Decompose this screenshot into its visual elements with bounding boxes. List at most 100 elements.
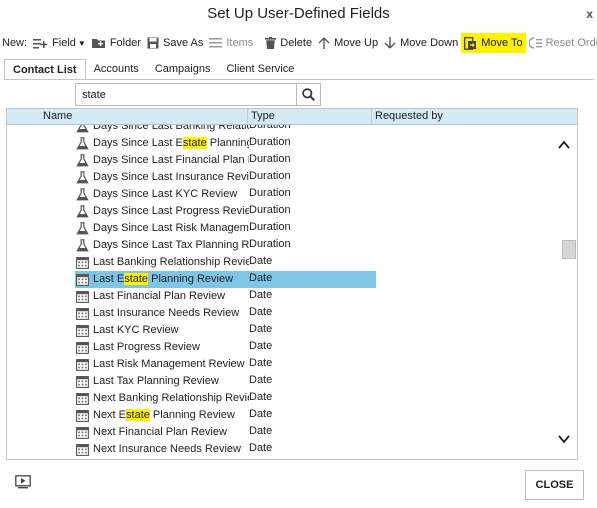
calendar-icon <box>76 409 89 422</box>
flask-icon <box>76 222 89 235</box>
table-row[interactable]: Days Since Last Progress Review Duration <box>75 203 376 220</box>
row-type: Date <box>249 442 273 454</box>
table-row[interactable]: Last Progress Review Date <box>75 339 376 356</box>
search-match-highlight: state <box>124 273 149 285</box>
search-icon <box>302 88 315 101</box>
row-name: Next Insurance Needs Review <box>93 443 241 455</box>
row-name: Last Insurance Needs Review <box>93 307 240 319</box>
table-row[interactable]: Days Since Last Insurance Review Duration <box>75 169 376 186</box>
chevron-down-icon: ▼ <box>77 38 86 48</box>
row-type: Duration <box>249 125 291 131</box>
table-row[interactable]: Days Since Last Financial Plan RevDurati… <box>75 152 376 169</box>
table-row[interactable]: Next Estate Planning Review Date <box>75 407 376 424</box>
tab-contact-list[interactable]: Contact List <box>4 59 86 80</box>
calendar-icon <box>76 273 89 286</box>
table-row[interactable]: Days Since Last Tax Planning RevieDurati… <box>75 237 376 254</box>
row-name: Last Risk Management Review <box>93 358 245 370</box>
search-button[interactable] <box>296 84 320 105</box>
table-row[interactable]: Last Estate Planning Review Date <box>75 271 376 288</box>
tab-accounts[interactable]: Accounts <box>86 59 147 80</box>
table-row[interactable]: Days Since Last KYC Review Duration <box>75 186 376 203</box>
tab-campaigns[interactable]: Campaigns <box>147 59 219 80</box>
row-type: Date <box>249 255 273 267</box>
row-type: Duration <box>249 136 291 148</box>
row-name: Next Estate Planning Review <box>93 409 235 421</box>
title-bar: Set Up User-Defined Fields x <box>0 0 597 30</box>
flask-icon <box>76 154 89 167</box>
preview-icon[interactable] <box>15 475 31 489</box>
column-name[interactable]: Name <box>43 110 72 122</box>
delete-button[interactable]: Delete <box>262 33 315 53</box>
calendar-icon <box>76 358 89 371</box>
new-folder-button[interactable]: Folder <box>89 33 144 53</box>
close-icon[interactable]: x <box>586 7 593 21</box>
table-row[interactable]: Last Tax Planning Review Date <box>75 373 376 390</box>
move-to-button[interactable]: Move To <box>461 33 526 53</box>
column-divider <box>247 109 248 125</box>
chevron-down-icon[interactable] <box>557 432 571 446</box>
move-to-label: Move To <box>481 37 523 49</box>
row-name: Last Tax Planning Review <box>93 375 219 387</box>
folder-label: Folder <box>109 37 142 49</box>
row-name: Days Since Last Estate Planning Re <box>93 137 249 149</box>
window-title: Set Up User-Defined Fields <box>207 5 390 22</box>
chevron-up-icon[interactable] <box>557 138 571 152</box>
arrow-up-icon <box>318 37 330 49</box>
row-type: Date <box>249 374 273 386</box>
column-requested-by[interactable]: Requested by <box>375 110 443 122</box>
column-divider <box>371 109 372 125</box>
row-name: Last KYC Review <box>93 324 179 336</box>
flask-icon <box>76 137 89 150</box>
row-name: Next Banking Relationship Review <box>93 392 249 404</box>
row-name: Days Since Last KYC Review <box>93 188 238 200</box>
items-button[interactable]: Items <box>206 33 256 53</box>
list-icon <box>209 38 223 48</box>
table-row[interactable]: Days Since Last Banking Relations Duratio… <box>75 125 376 135</box>
table-row[interactable]: Next Insurance Needs Review Date <box>75 441 376 458</box>
flask-icon <box>76 171 89 184</box>
row-type: Date <box>249 289 273 301</box>
tab-client-service[interactable]: Client Service <box>218 59 302 80</box>
row-name: Days Since Last Insurance Review <box>93 171 249 183</box>
calendar-icon <box>76 307 89 320</box>
new-label: New: <box>2 37 28 49</box>
row-name: Last Banking Relationship Review <box>93 256 249 268</box>
move-up-button[interactable]: Move Up <box>315 33 381 53</box>
calendar-icon <box>76 341 89 354</box>
reset-order-button[interactable]: Reset Order <box>526 33 597 53</box>
row-name: Last Financial Plan Review <box>93 290 226 302</box>
column-type[interactable]: Type <box>251 110 275 122</box>
trash-icon <box>265 37 277 49</box>
flask-icon <box>76 239 89 252</box>
row-name: Last Progress Review <box>93 341 200 353</box>
save-as-label: Save As <box>163 37 204 49</box>
close-button[interactable]: CLOSE <box>525 470 584 500</box>
reset-order-icon <box>528 37 542 49</box>
row-name: Days Since Last Risk Management <box>93 222 249 234</box>
table-row[interactable]: Next Banking Relationship Review Date <box>75 390 376 407</box>
row-type: Date <box>249 306 273 318</box>
row-name: Days Since Last Tax Planning Revie <box>93 239 249 251</box>
scrollbar-thumb[interactable] <box>562 240 576 259</box>
calendar-icon <box>76 392 89 405</box>
save-as-button[interactable]: Save As <box>144 33 206 53</box>
row-type: Date <box>249 357 273 369</box>
toolbar: New: Field ▼ Folder Save As Items Delete… <box>0 32 597 54</box>
row-type: Duration <box>249 187 291 199</box>
field-label: Field <box>52 37 76 49</box>
move-down-button[interactable]: Move Down <box>381 33 461 53</box>
table-row[interactable]: Days Since Last Estate Planning ReDurati… <box>75 135 376 152</box>
table-row[interactable]: Last Insurance Needs Review Date <box>75 305 376 322</box>
search-input[interactable] <box>76 84 296 105</box>
table-row[interactable]: Next Financial Plan Review Date <box>75 424 376 441</box>
table-row[interactable]: Days Since Last Risk Management Duration <box>75 220 376 237</box>
table-row[interactable]: Last Banking Relationship Review Date <box>75 254 376 271</box>
flask-icon <box>76 205 89 218</box>
table-row[interactable]: Last KYC Review Date <box>75 322 376 339</box>
row-name: Last Estate Planning Review <box>93 273 234 285</box>
table-row[interactable]: Last Risk Management Review Date <box>75 356 376 373</box>
row-name: Next Financial Plan Review <box>93 426 227 438</box>
new-field-button[interactable]: Field ▼ <box>30 33 89 53</box>
row-type: Date <box>249 323 273 335</box>
table-row[interactable]: Last Financial Plan Review Date <box>75 288 376 305</box>
